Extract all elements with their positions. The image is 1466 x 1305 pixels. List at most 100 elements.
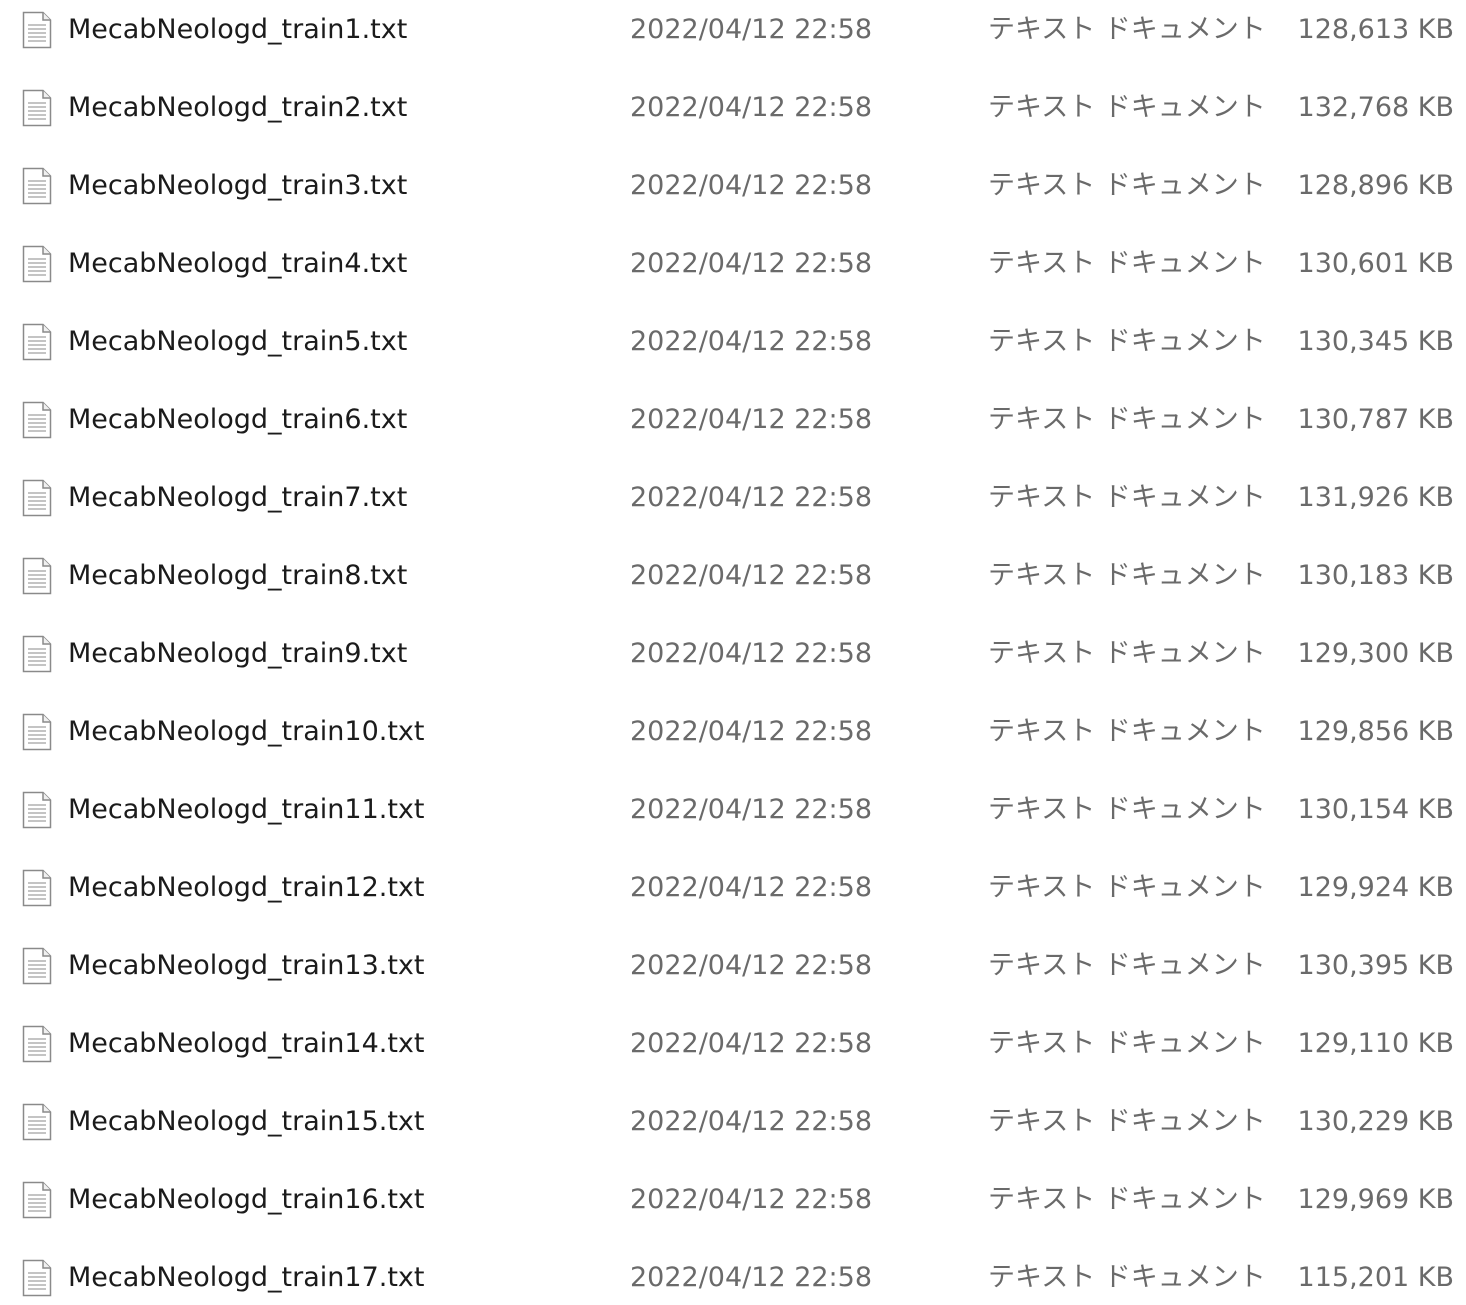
file-row[interactable]: MecabNeologd_train6.txt 2022/04/12 22:58… (0, 390, 1466, 468)
date-modified: 2022/04/12 22:58 (630, 248, 873, 279)
date-modified: 2022/04/12 22:58 (630, 170, 873, 201)
date-modified: 2022/04/12 22:58 (630, 1028, 873, 1059)
file-size: 128,896 KB (1297, 170, 1454, 201)
file-size: 130,395 KB (1297, 950, 1454, 981)
file-name[interactable]: MecabNeologd_train3.txt (68, 166, 407, 206)
file-type: テキスト ドキュメント (988, 482, 1266, 513)
date-modified: 2022/04/12 22:58 (630, 404, 873, 435)
file-size: 129,300 KB (1297, 638, 1454, 669)
date-modified: 2022/04/12 22:58 (630, 950, 873, 981)
text-document-icon (22, 557, 52, 595)
date-modified: 2022/04/12 22:58 (630, 482, 873, 513)
text-document-icon (22, 947, 52, 985)
file-size: 132,768 KB (1297, 92, 1454, 123)
file-size: 115,201 KB (1297, 1262, 1454, 1293)
file-row[interactable]: MecabNeologd_train5.txt 2022/04/12 22:58… (0, 312, 1466, 390)
date-modified: 2022/04/12 22:58 (630, 92, 873, 123)
file-type: テキスト ドキュメント (988, 1262, 1266, 1293)
file-name[interactable]: MecabNeologd_train8.txt (68, 556, 407, 596)
text-document-icon (22, 1025, 52, 1063)
file-name[interactable]: MecabNeologd_train11.txt (68, 790, 425, 830)
file-name[interactable]: MecabNeologd_train17.txt (68, 1258, 425, 1298)
file-name[interactable]: MecabNeologd_train10.txt (68, 712, 425, 752)
date-modified: 2022/04/12 22:58 (630, 716, 873, 747)
text-document-icon (22, 167, 52, 205)
file-size: 130,229 KB (1297, 1106, 1454, 1137)
file-type: テキスト ドキュメント (988, 1028, 1266, 1059)
file-name[interactable]: MecabNeologd_train1.txt (68, 10, 407, 50)
file-name[interactable]: MecabNeologd_train14.txt (68, 1024, 425, 1064)
file-type: テキスト ドキュメント (988, 170, 1266, 201)
date-modified: 2022/04/12 22:58 (630, 794, 873, 825)
text-document-icon (22, 791, 52, 829)
text-document-icon (22, 869, 52, 907)
file-row[interactable]: MecabNeologd_train14.txt 2022/04/12 22:5… (0, 1014, 1466, 1092)
file-row[interactable]: MecabNeologd_train13.txt 2022/04/12 22:5… (0, 936, 1466, 1014)
file-row[interactable]: MecabNeologd_train7.txt 2022/04/12 22:58… (0, 468, 1466, 546)
file-name[interactable]: MecabNeologd_train2.txt (68, 88, 407, 128)
file-name[interactable]: MecabNeologd_train12.txt (68, 868, 425, 908)
file-size: 130,345 KB (1297, 326, 1454, 357)
file-size: 129,969 KB (1297, 1184, 1454, 1215)
text-document-icon (22, 713, 52, 751)
date-modified: 2022/04/12 22:58 (630, 1262, 873, 1293)
text-document-icon (22, 635, 52, 673)
file-type: テキスト ドキュメント (988, 248, 1266, 279)
file-row[interactable]: MecabNeologd_train15.txt 2022/04/12 22:5… (0, 1092, 1466, 1170)
date-modified: 2022/04/12 22:58 (630, 1184, 873, 1215)
file-type: テキスト ドキュメント (988, 404, 1266, 435)
file-name[interactable]: MecabNeologd_train9.txt (68, 634, 407, 674)
file-size: 129,924 KB (1297, 872, 1454, 903)
file-size: 131,926 KB (1297, 482, 1454, 513)
file-name[interactable]: MecabNeologd_train7.txt (68, 478, 407, 518)
file-size: 130,183 KB (1297, 560, 1454, 591)
date-modified: 2022/04/12 22:58 (630, 1106, 873, 1137)
file-size: 130,787 KB (1297, 404, 1454, 435)
text-document-icon (22, 479, 52, 517)
date-modified: 2022/04/12 22:58 (630, 872, 873, 903)
file-size: 128,613 KB (1297, 14, 1454, 45)
date-modified: 2022/04/12 22:58 (630, 560, 873, 591)
text-document-icon (22, 1103, 52, 1141)
file-type: テキスト ドキュメント (988, 326, 1266, 357)
text-document-icon (22, 11, 52, 49)
text-document-icon (22, 1259, 52, 1297)
file-type: テキスト ドキュメント (988, 92, 1266, 123)
file-type: テキスト ドキュメント (988, 950, 1266, 981)
file-type: テキスト ドキュメント (988, 1106, 1266, 1137)
file-size: 129,856 KB (1297, 716, 1454, 747)
file-row[interactable]: MecabNeologd_train4.txt 2022/04/12 22:58… (0, 234, 1466, 312)
file-row[interactable]: MecabNeologd_train2.txt 2022/04/12 22:58… (0, 78, 1466, 156)
file-size: 130,154 KB (1297, 794, 1454, 825)
file-name[interactable]: MecabNeologd_train15.txt (68, 1102, 425, 1142)
file-type: テキスト ドキュメント (988, 1184, 1266, 1215)
text-document-icon (22, 323, 52, 361)
file-name[interactable]: MecabNeologd_train4.txt (68, 244, 407, 284)
file-name[interactable]: MecabNeologd_train5.txt (68, 322, 407, 362)
file-name[interactable]: MecabNeologd_train16.txt (68, 1180, 425, 1220)
file-row[interactable]: MecabNeologd_train16.txt 2022/04/12 22:5… (0, 1170, 1466, 1248)
file-size: 129,110 KB (1297, 1028, 1454, 1059)
file-type: テキスト ドキュメント (988, 872, 1266, 903)
file-type: テキスト ドキュメント (988, 14, 1266, 45)
file-name[interactable]: MecabNeologd_train6.txt (68, 400, 407, 440)
date-modified: 2022/04/12 22:58 (630, 14, 873, 45)
text-document-icon (22, 245, 52, 283)
file-row[interactable]: MecabNeologd_train17.txt 2022/04/12 22:5… (0, 1248, 1466, 1305)
file-row[interactable]: MecabNeologd_train11.txt 2022/04/12 22:5… (0, 780, 1466, 858)
file-type: テキスト ドキュメント (988, 794, 1266, 825)
file-row[interactable]: MecabNeologd_train12.txt 2022/04/12 22:5… (0, 858, 1466, 936)
file-row[interactable]: MecabNeologd_train8.txt 2022/04/12 22:58… (0, 546, 1466, 624)
file-row[interactable]: MecabNeologd_train1.txt 2022/04/12 22:58… (0, 0, 1466, 78)
file-type: テキスト ドキュメント (988, 716, 1266, 747)
file-size: 130,601 KB (1297, 248, 1454, 279)
text-document-icon (22, 1181, 52, 1219)
text-document-icon (22, 401, 52, 439)
file-row[interactable]: MecabNeologd_train9.txt 2022/04/12 22:58… (0, 624, 1466, 702)
text-document-icon (22, 89, 52, 127)
file-row[interactable]: MecabNeologd_train3.txt 2022/04/12 22:58… (0, 156, 1466, 234)
file-name[interactable]: MecabNeologd_train13.txt (68, 946, 425, 986)
file-type: テキスト ドキュメント (988, 560, 1266, 591)
date-modified: 2022/04/12 22:58 (630, 638, 873, 669)
file-row[interactable]: MecabNeologd_train10.txt 2022/04/12 22:5… (0, 702, 1466, 780)
